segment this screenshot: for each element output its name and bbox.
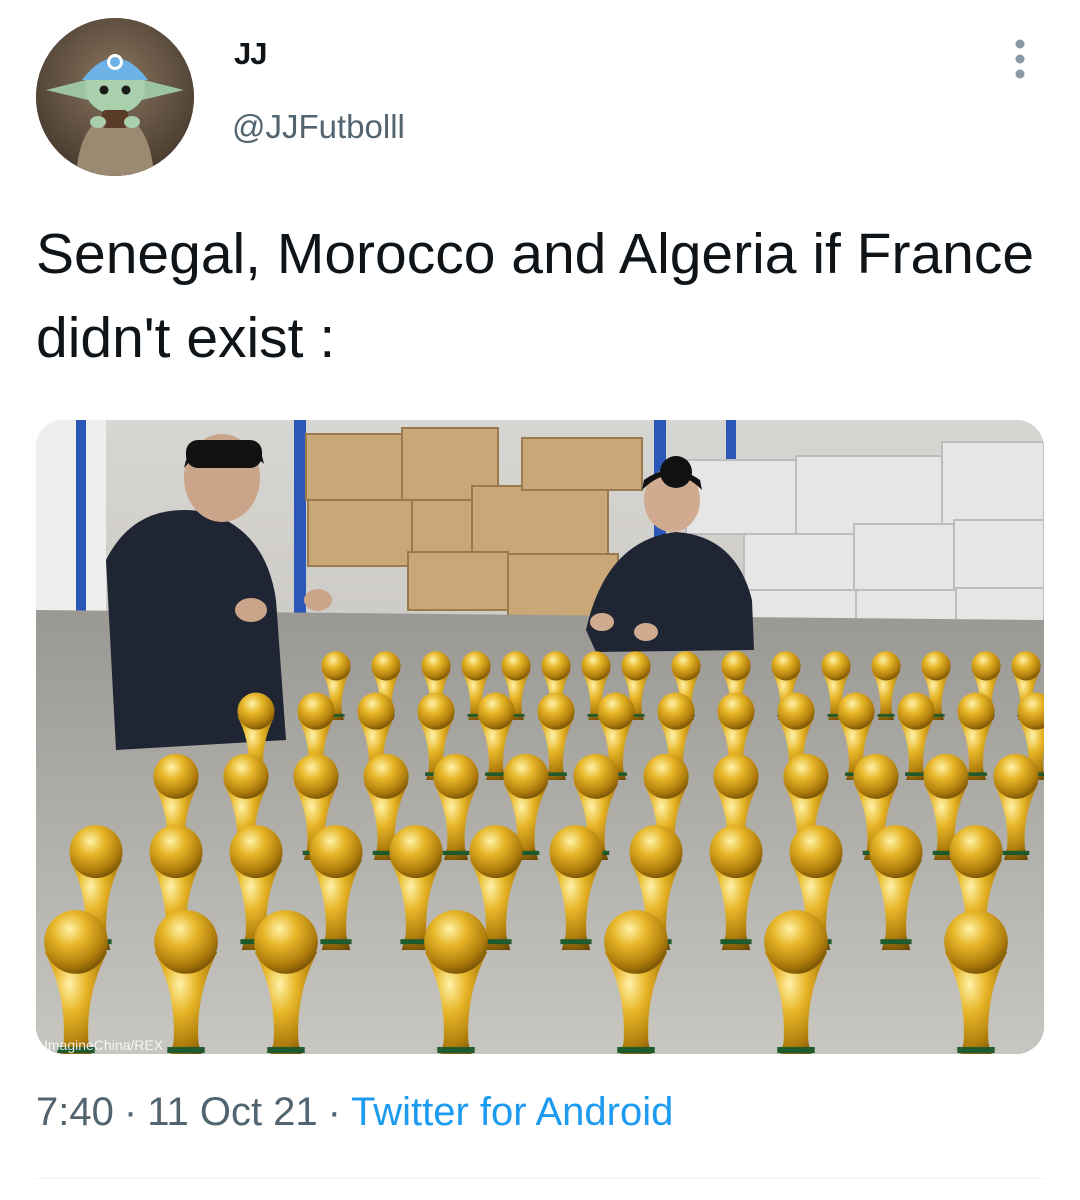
meta-separator: · <box>123 1090 138 1134</box>
tweet-metadata: 7:40 · 11 Oct 21 · Twitter for Android <box>36 1090 673 1135</box>
divider <box>36 1178 1044 1179</box>
more-vertical-icon <box>1000 34 1040 84</box>
tweet-date[interactable]: 11 Oct 21 <box>147 1090 317 1134</box>
media-watermark: ImagineChina/REX <box>44 1037 164 1053</box>
more-options-button[interactable] <box>1000 34 1040 84</box>
meta-separator: · <box>327 1090 341 1134</box>
avatar[interactable] <box>36 18 194 176</box>
tweet: JJ @JJFutbolll Senegal, Morocco and Alge… <box>0 0 1080 1200</box>
tweet-source-link[interactable]: Twitter for Android <box>351 1090 673 1134</box>
display-name[interactable]: JJ <box>234 36 267 72</box>
user-handle[interactable]: @JJFutbolll <box>232 108 405 146</box>
tweet-text: Senegal, Morocco and Algeria if France d… <box>36 222 1035 370</box>
tweet-media-image[interactable]: ImagineChina/REX <box>36 420 1044 1054</box>
tweet-time[interactable]: 7:40 <box>36 1090 114 1134</box>
